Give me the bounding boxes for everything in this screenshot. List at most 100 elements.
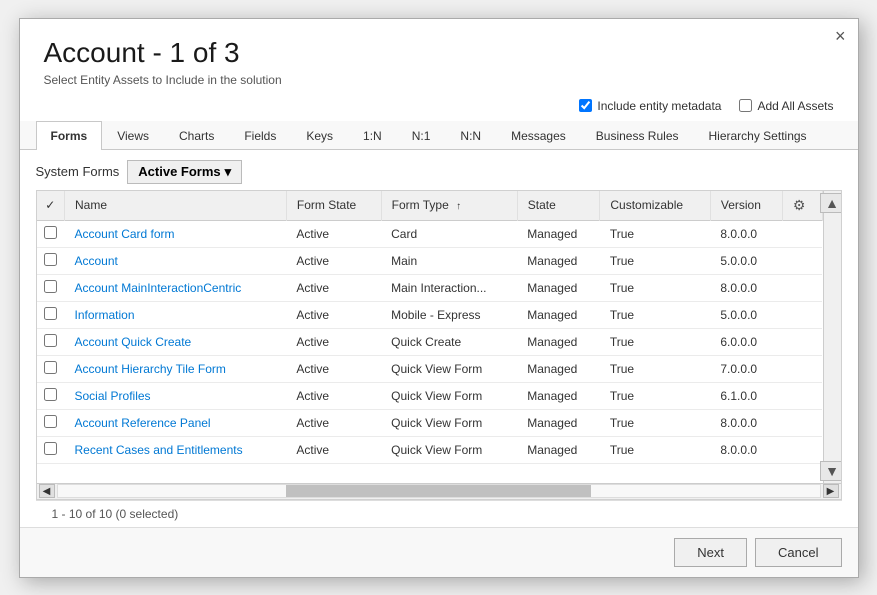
row-checkbox[interactable] [44,307,57,320]
row-state: Managed [517,409,600,436]
table-row: AccountActiveMainManagedTrue5.0.0.0 [37,247,823,274]
tab-views[interactable]: Views [102,121,164,150]
row-checkbox[interactable] [44,442,57,455]
content-area: System Forms Active Forms ▾ ✓ Name Form … [20,150,858,527]
col-customizable: Customizable [600,191,711,221]
row-name-link[interactable]: Account Quick Create [75,335,192,349]
tab-business-rules[interactable]: Business Rules [581,121,694,150]
row-gear-cell [782,355,822,382]
row-gear-cell [782,301,822,328]
row-form-type: Quick Create [381,328,517,355]
tab-fields[interactable]: Fields [229,121,291,150]
row-name: Account Card form [65,220,287,247]
row-checkbox[interactable] [44,226,57,239]
row-checkbox[interactable] [44,334,57,347]
tab-keys[interactable]: Keys [291,121,348,150]
row-name-link[interactable]: Social Profiles [75,389,151,403]
row-form-type: Card [381,220,517,247]
tab-hierarchy-settings[interactable]: Hierarchy Settings [694,121,822,150]
row-name-link[interactable]: Account Reference Panel [75,416,211,430]
scroll-up-button[interactable]: ▲ [820,193,841,213]
row-checkbox-cell[interactable] [37,382,65,409]
table-row: Account MainInteractionCentricActiveMain… [37,274,823,301]
row-gear-cell [782,220,822,247]
table-header-row: ✓ Name Form State Form Type ↑ State Cust… [37,191,823,221]
scroll-down-button[interactable]: ▼ [820,461,841,481]
row-checkbox-cell[interactable] [37,247,65,274]
sort-arrow: ↑ [456,201,461,212]
row-checkbox[interactable] [44,280,57,293]
row-version: 6.1.0.0 [710,382,782,409]
tab-forms[interactable]: Forms [36,121,103,150]
row-name: Account Quick Create [65,328,287,355]
row-checkbox-cell[interactable] [37,328,65,355]
row-customizable: True [600,355,711,382]
table-row: Account Quick CreateActiveQuick CreateMa… [37,328,823,355]
row-state: Managed [517,274,600,301]
next-button[interactable]: Next [674,538,747,567]
tab-messages[interactable]: Messages [496,121,581,150]
dialog-header: Account - 1 of 3 Select Entity Assets to… [20,19,858,95]
row-checkbox[interactable] [44,253,57,266]
row-form-type: Main [381,247,517,274]
table-container: ✓ Name Form State Form Type ↑ State Cust… [36,190,842,500]
row-customizable: True [600,436,711,463]
row-name-link[interactable]: Account Hierarchy Tile Form [75,362,226,376]
row-gear-cell [782,328,822,355]
col-form-type[interactable]: Form Type ↑ [381,191,517,221]
row-form-state: Active [286,301,381,328]
add-all-assets-checkbox[interactable] [739,99,752,112]
row-name-link[interactable]: Account [75,254,118,268]
status-text: 1 - 10 of 10 (0 selected) [52,507,179,521]
status-bar: 1 - 10 of 10 (0 selected) [36,500,842,527]
row-name-link[interactable]: Account MainInteractionCentric [75,281,242,295]
row-state: Managed [517,328,600,355]
include-metadata-label[interactable]: Include entity metadata [579,99,721,113]
add-all-assets-label[interactable]: Add All Assets [739,99,833,113]
table-row: Social ProfilesActiveQuick View FormMana… [37,382,823,409]
row-customizable: True [600,301,711,328]
hscroll-thumb [286,485,591,497]
active-forms-button[interactable]: Active Forms ▾ [127,160,242,184]
gear-icon[interactable]: ⚙ [793,197,806,213]
row-name: Account Hierarchy Tile Form [65,355,287,382]
hscroll-left-button[interactable]: ◀ [39,484,55,498]
row-checkbox-cell[interactable] [37,409,65,436]
col-version: Version [710,191,782,221]
row-name: Social Profiles [65,382,287,409]
row-checkbox-cell[interactable] [37,220,65,247]
include-metadata-checkbox[interactable] [579,99,592,112]
row-form-state: Active [286,220,381,247]
tabs-bar: Forms Views Charts Fields Keys 1:N N:1 N… [20,121,858,150]
table-wrapper[interactable]: ✓ Name Form State Form Type ↑ State Cust… [37,191,841,483]
row-name-link[interactable]: Account Card form [75,227,175,241]
row-name: Information [65,301,287,328]
row-checkbox-cell[interactable] [37,274,65,301]
row-checkbox-cell[interactable] [37,301,65,328]
row-name: Account Reference Panel [65,409,287,436]
row-gear-cell [782,247,822,274]
row-form-type: Quick View Form [381,355,517,382]
row-version: 8.0.0.0 [710,274,782,301]
row-version: 8.0.0.0 [710,409,782,436]
close-button[interactable]: × [835,27,846,45]
tab-n1[interactable]: N:1 [397,121,446,150]
tab-1n[interactable]: 1:N [348,121,397,150]
row-checkbox[interactable] [44,361,57,374]
hscroll-right-button[interactable]: ▶ [823,484,839,498]
row-checkbox-cell[interactable] [37,355,65,382]
system-forms-label: System Forms [36,164,120,179]
row-name-link[interactable]: Information [75,308,135,322]
tab-charts[interactable]: Charts [164,121,229,150]
table-body: Account Card formActiveCardManagedTrue8.… [37,220,823,463]
col-gear[interactable]: ⚙ [782,191,822,221]
cancel-button[interactable]: Cancel [755,538,841,567]
row-checkbox-cell[interactable] [37,436,65,463]
row-version: 5.0.0.0 [710,247,782,274]
row-checkbox[interactable] [44,415,57,428]
tab-nn[interactable]: N:N [445,121,496,150]
table-row: Account Card formActiveCardManagedTrue8.… [37,220,823,247]
table-row: Recent Cases and EntitlementsActiveQuick… [37,436,823,463]
row-name-link[interactable]: Recent Cases and Entitlements [75,443,243,457]
row-checkbox[interactable] [44,388,57,401]
